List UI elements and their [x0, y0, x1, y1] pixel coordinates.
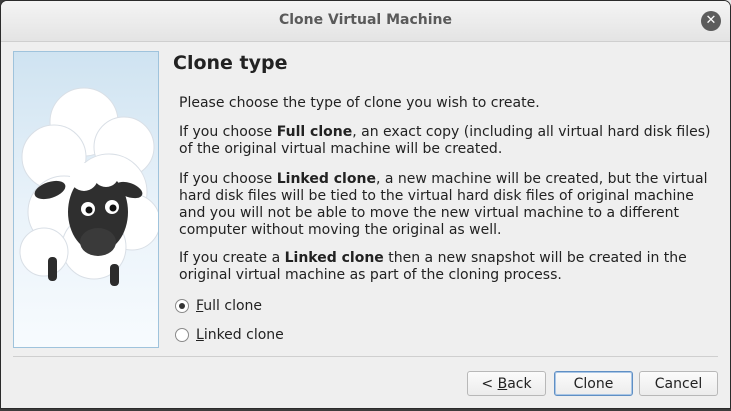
- linked-clone-radio[interactable]: [175, 328, 189, 342]
- cancel-button[interactable]: Cancel: [639, 371, 718, 396]
- full-clone-radio[interactable]: [175, 299, 189, 313]
- title-bar: Clone Virtual Machine ✕: [1, 1, 730, 42]
- full-desc-part1: If you choose: [179, 124, 277, 140]
- linked-clone-option[interactable]: Linked clone: [175, 326, 284, 344]
- linked-clone-label: Linked clone: [196, 327, 284, 343]
- sheep-illustration: [19, 87, 158, 286]
- button-separator: [13, 356, 718, 357]
- wizard-side-image: [13, 51, 159, 348]
- page-heading: Clone type: [173, 52, 288, 74]
- close-icon: ✕: [705, 13, 717, 28]
- clone-button[interactable]: Clone: [554, 371, 633, 396]
- clone-dialog: Clone Virtual Machine ✕ Clone type Pleas…: [0, 0, 731, 409]
- linked-desc-bold: Linked clone: [276, 171, 376, 187]
- intro-text: Please choose the type of clone you wish…: [179, 95, 540, 111]
- back-button[interactable]: < Back: [467, 371, 546, 396]
- snapshot-note: If you create a Linked clone then a new …: [179, 250, 719, 284]
- linked-desc-part1: If you choose: [179, 171, 277, 187]
- full-clone-description: If you choose Full clone, an exact copy …: [179, 124, 719, 158]
- linked-clone-description: If you choose Linked clone, a new machin…: [179, 171, 719, 239]
- full-desc-bold: Full clone: [276, 124, 353, 140]
- full-clone-option[interactable]: Full clone: [175, 297, 262, 315]
- window-title: Clone Virtual Machine: [278, 12, 452, 28]
- snap-note-part1: If you create a: [179, 250, 285, 266]
- close-button[interactable]: ✕: [701, 11, 721, 31]
- snap-note-bold: Linked clone: [284, 250, 384, 266]
- full-clone-label: Full clone: [196, 298, 263, 314]
